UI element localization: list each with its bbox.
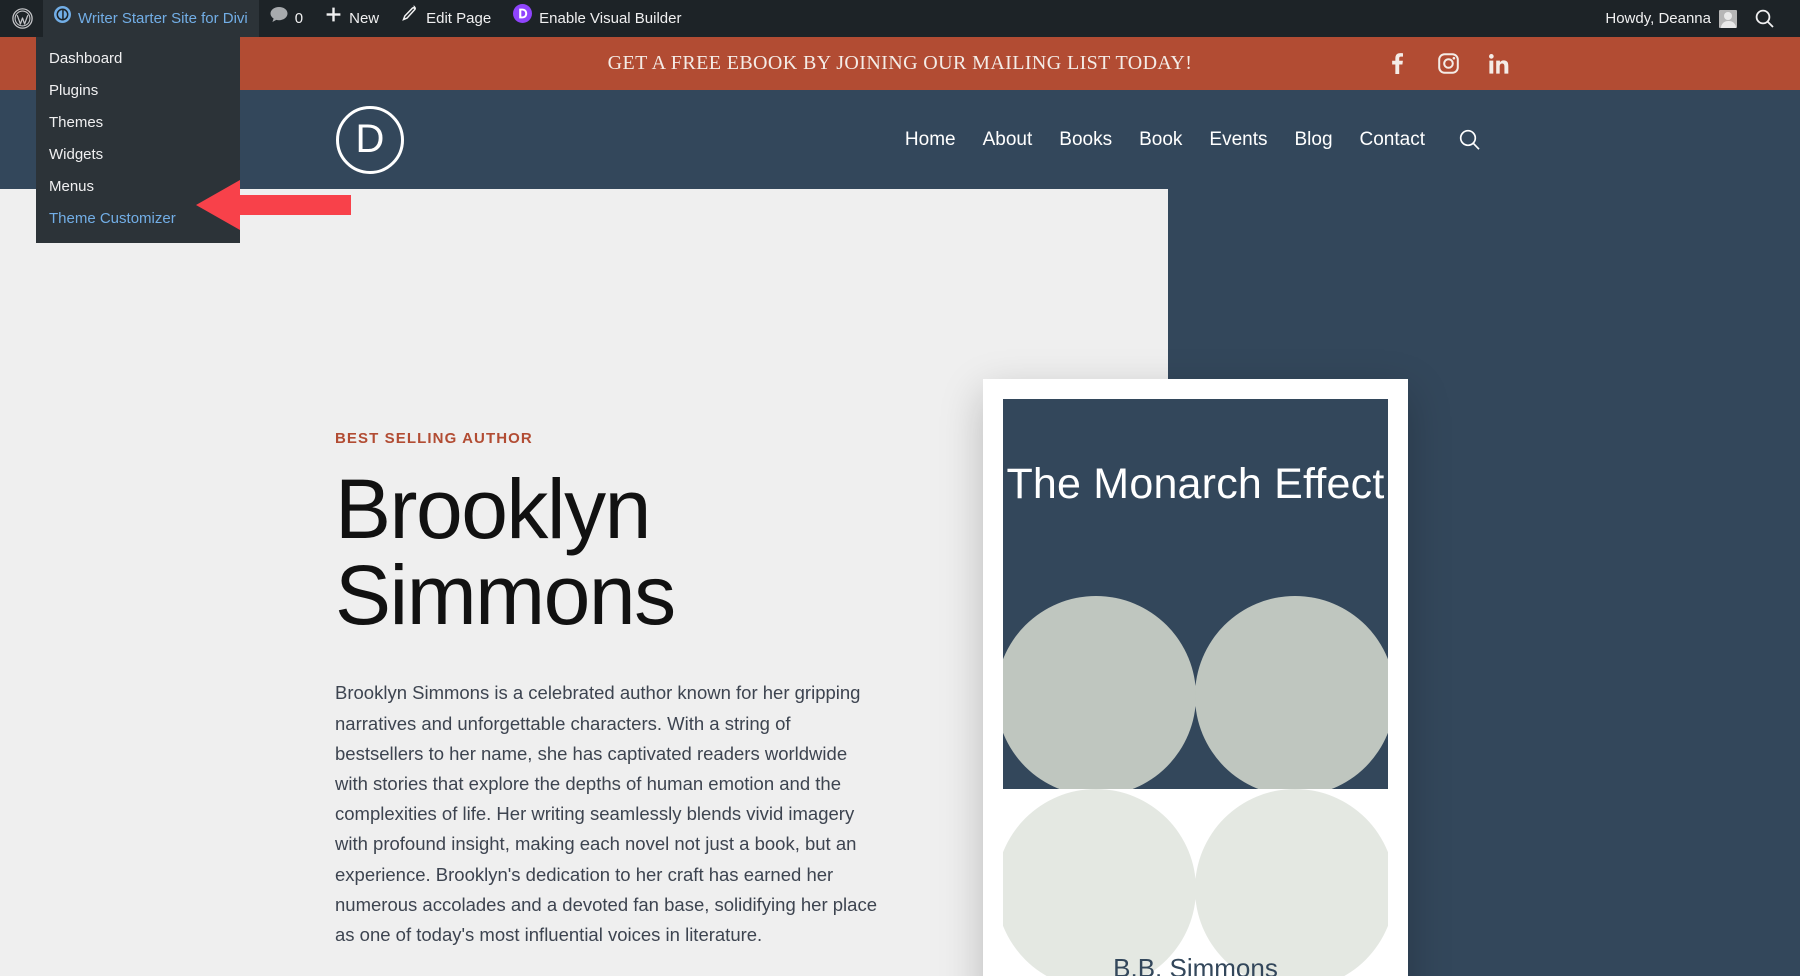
hero-paragraph: Brooklyn Simmons is a celebrated author … [335,682,877,945]
nav-item-home[interactable]: Home [905,129,956,151]
howdy-label: Howdy, Deanna [1605,10,1711,27]
search-icon[interactable] [1747,9,1786,28]
linkedin-icon[interactable] [1488,53,1510,75]
new-label: New [349,10,380,27]
comments-menu[interactable]: 0 [259,0,314,37]
edit-page-label: Edit Page [426,10,492,27]
petal-shape-lower-left [1003,789,1196,976]
menu-item-dashboard[interactable]: Dashboard [36,43,240,75]
site-name-menu[interactable]: Writer Starter Site for Divi [43,0,259,37]
hero-eyebrow: BEST SELLING AUTHOR [335,430,533,447]
book-cover-art: The Monarch Effect B.B. Simmons [1003,399,1388,976]
site-name-dropdown-menu: Dashboard Plugins Themes Widgets Menus T… [36,37,240,243]
menu-item-widgets[interactable]: Widgets [36,139,240,171]
nav-item-contact[interactable]: Contact [1360,129,1425,151]
nav-item-blog[interactable]: Blog [1294,129,1332,151]
plus-icon [325,0,342,37]
divi-d-icon [513,0,533,37]
menu-item-plugins[interactable]: Plugins [36,75,240,107]
divi-circle-logo-icon[interactable]: D [336,106,404,174]
page-title: Brooklyn Simmons [335,462,676,642]
visual-builder-label: Enable Visual Builder [539,10,682,27]
primary-navigation: Home About Books Book Events Blog Contac… [905,90,1480,189]
instagram-icon[interactable] [1437,53,1459,75]
wordpress-logo-icon[interactable] [0,0,43,37]
nav-item-about[interactable]: About [983,129,1033,151]
menu-item-themes[interactable]: Themes [36,107,240,139]
pencil-icon [401,0,419,37]
facebook-icon[interactable] [1386,53,1408,75]
screen: GET A FREE EBOOK BY JOINING OUR MAILING … [0,0,1800,976]
site-header: D Home About Books Book Events Blog Cont… [0,90,1800,189]
new-content-menu[interactable]: New [314,0,390,37]
search-icon[interactable] [1459,129,1480,150]
book-cover-top: The Monarch Effect [1003,399,1388,789]
nav-item-books[interactable]: Books [1059,129,1112,151]
site-name-label: Writer Starter Site for Divi [78,10,248,27]
user-avatar-icon [1719,9,1737,28]
enable-visual-builder-menu[interactable]: Enable Visual Builder [502,0,692,37]
comment-bubble-icon [270,0,288,37]
menu-item-menus[interactable]: Menus [36,171,240,203]
nav-item-events[interactable]: Events [1209,129,1267,151]
promo-text: GET A FREE EBOOK BY JOINING OUR MAILING … [607,52,1193,74]
petal-shape-lower-right [1195,789,1388,976]
edit-page-menu[interactable]: Edit Page [390,0,502,37]
admin-bar-left-group: Writer Starter Site for Divi 0 New Edit … [0,0,693,37]
book-cover-card[interactable]: The Monarch Effect B.B. Simmons [983,379,1408,976]
social-links [1386,37,1510,90]
divi-site-icon [54,0,71,37]
site-preview: GET A FREE EBOOK BY JOINING OUR MAILING … [0,37,1800,976]
book-author: B.B. Simmons [1113,953,1278,976]
menu-item-theme-customizer[interactable]: Theme Customizer [36,203,240,235]
petal-shape-right [1195,596,1388,789]
admin-bar-right-group: Howdy, Deanna [1595,0,1800,37]
petal-shape-left [1003,596,1196,789]
logo-letter: D [355,116,385,161]
nav-item-book[interactable]: Book [1139,129,1182,151]
wp-admin-bar: Writer Starter Site for Divi 0 New Edit … [0,0,1800,37]
promo-bar: GET A FREE EBOOK BY JOINING OUR MAILING … [0,37,1800,90]
comments-count: 0 [294,10,304,27]
book-title: The Monarch Effect [1006,460,1385,508]
account-menu[interactable]: Howdy, Deanna [1595,9,1747,28]
hero-content: BEST SELLING AUTHOR Brooklyn Simmons Bro… [335,430,880,950]
